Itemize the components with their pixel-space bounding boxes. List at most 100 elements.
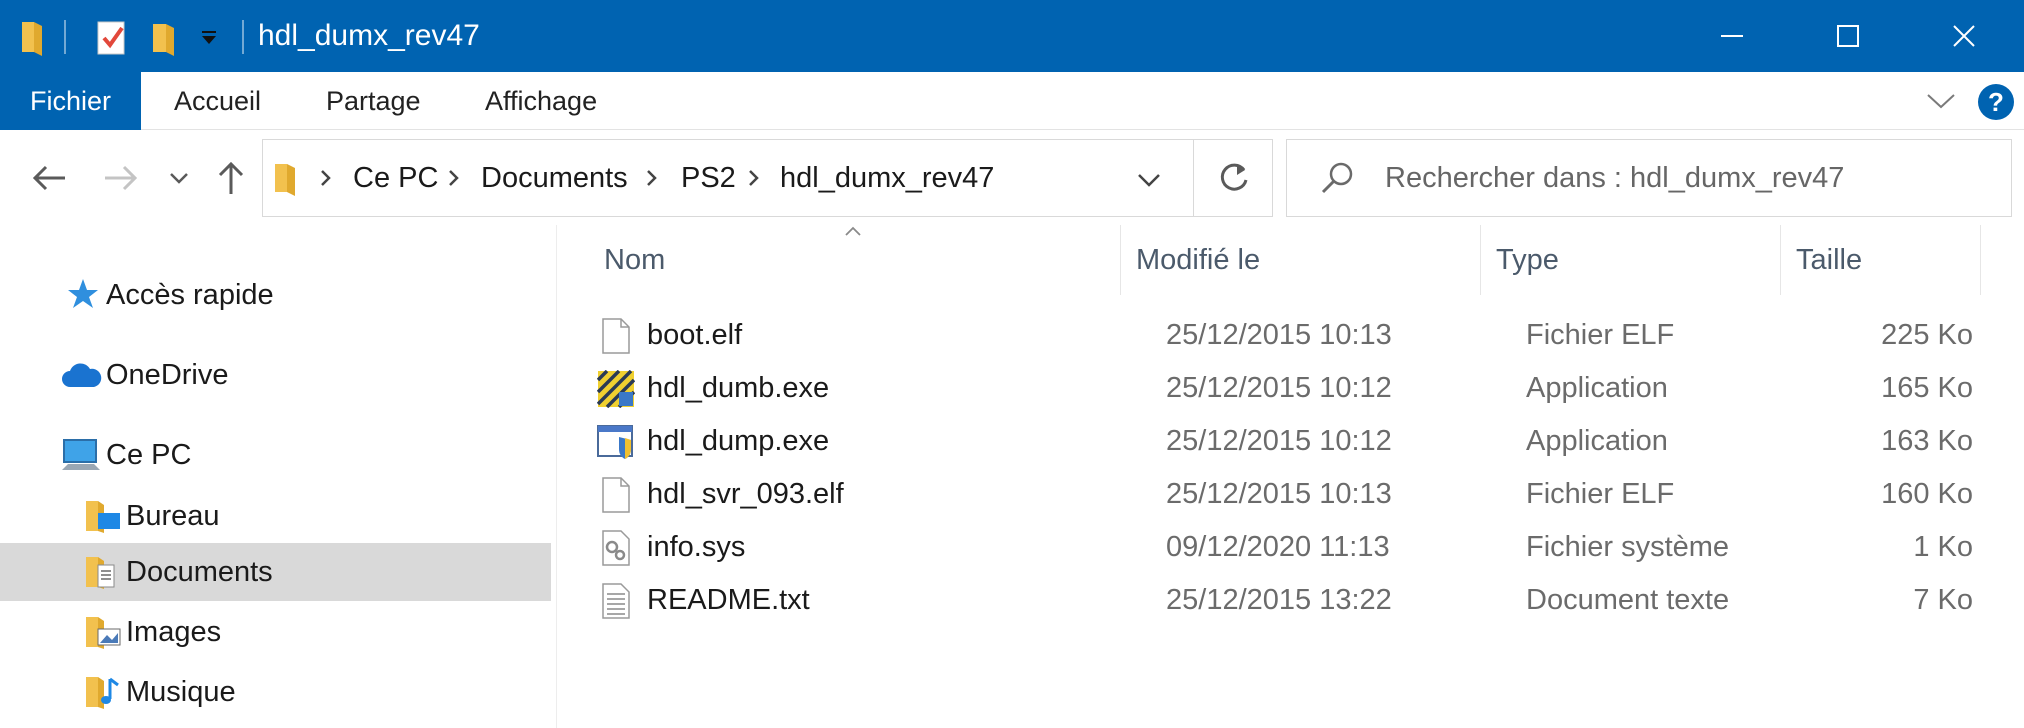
music-folder-icon	[84, 673, 124, 711]
pictures-folder-icon	[84, 613, 124, 651]
table-row[interactable]: README.txt 25/12/2015 13:22 Document tex…	[587, 574, 2017, 627]
up-button[interactable]	[206, 153, 256, 203]
file-modified: 25/12/2015 10:12	[1166, 372, 1392, 404]
expand-ribbon-button[interactable]	[1924, 86, 1958, 116]
chevron-down-icon	[170, 173, 188, 184]
tab-share[interactable]: Partage	[326, 72, 421, 130]
table-row[interactable]: boot.elf 25/12/2015 10:13 Fichier ELF 22…	[587, 309, 2017, 362]
star-icon	[66, 277, 100, 311]
file-name: hdl_dump.exe	[647, 425, 830, 457]
table-row[interactable]: info.sys 09/12/2020 11:13 Fichier systèm…	[587, 521, 2017, 574]
file-type: Fichier ELF	[1526, 478, 1675, 510]
column-divider[interactable]	[1480, 225, 1481, 295]
customize-quick-access-icon[interactable]	[200, 30, 218, 68]
chevron-right-icon[interactable]	[747, 168, 761, 188]
file-modified: 09/12/2020 11:13	[1166, 531, 1390, 563]
minimize-button[interactable]	[1674, 0, 1790, 72]
file-name: boot.elf	[647, 319, 743, 351]
quick-access-separator	[64, 20, 66, 54]
file-size: 163 Ko	[1881, 425, 1973, 457]
file-size: 225 Ko	[1881, 319, 1973, 351]
column-header-size[interactable]: Taille	[1796, 225, 1976, 295]
tab-file[interactable]: Fichier	[0, 72, 141, 130]
nav-item-pictures[interactable]: Images	[0, 603, 551, 661]
table-row[interactable]: hdl_svr_093.elf 25/12/2015 10:13 Fichier…	[587, 468, 2017, 521]
column-header-name[interactable]: Nom	[604, 225, 1104, 295]
file-name: info.sys	[647, 531, 746, 563]
search-input[interactable]	[1385, 158, 1985, 198]
file-list: Nom Modifié le Type Taille boot.elf 25/1…	[557, 225, 2024, 728]
address-bar[interactable]: Ce PC Documents PS2 hdl_dumx_rev47	[262, 139, 1273, 217]
chevron-right-icon	[321, 170, 331, 186]
refresh-button[interactable]	[1193, 140, 1273, 216]
back-button[interactable]	[24, 153, 74, 203]
navigation-bar: Ce PC Documents PS2 hdl_dumx_rev47	[0, 131, 2024, 225]
recent-locations-button[interactable]	[154, 153, 204, 203]
column-divider[interactable]	[1780, 225, 1781, 295]
file-modified: 25/12/2015 10:13	[1166, 319, 1392, 351]
tab-home[interactable]: Accueil	[174, 72, 261, 130]
table-row[interactable]: hdl_dump.exe 25/12/2015 10:12 Applicatio…	[587, 415, 2017, 468]
column-header-modified[interactable]: Modifié le	[1136, 225, 1476, 295]
documents-folder-icon	[84, 553, 124, 591]
close-button[interactable]	[1906, 0, 2022, 72]
file-name: hdl_dumb.exe	[647, 372, 830, 404]
search-box[interactable]	[1286, 139, 2012, 217]
breadcrumb-documents[interactable]: Documents	[481, 159, 628, 197]
nav-item-documents[interactable]: Documents	[0, 543, 551, 601]
file-type: Fichier système	[1526, 531, 1730, 563]
maximize-icon	[1837, 25, 1859, 47]
file-size: 160 Ko	[1881, 478, 1973, 510]
nav-label: OneDrive	[106, 358, 229, 391]
arrow-left-icon	[32, 165, 65, 191]
nav-label: Ce PC	[106, 438, 192, 471]
window-title: hdl_dumx_rev47	[258, 19, 480, 52]
file-modified: 25/12/2015 10:12	[1166, 425, 1392, 457]
help-button[interactable]: ?	[1978, 84, 2014, 120]
properties-icon[interactable]	[96, 18, 128, 56]
nav-label: Images	[126, 615, 222, 648]
breadcrumb-ce-pc[interactable]: Ce PC	[353, 159, 438, 197]
file-size: 7 Ko	[1913, 584, 1973, 616]
nav-item-this-pc[interactable]: Ce PC	[0, 426, 551, 484]
refresh-icon	[1220, 163, 1247, 191]
table-row[interactable]: hdl_dumb.exe 25/12/2015 10:12 Applicatio…	[587, 362, 2017, 415]
breadcrumb-ps2[interactable]: PS2	[681, 159, 736, 197]
ribbon-tabs: Fichier Accueil Partage Affichage ?	[0, 72, 2024, 130]
file-modified: 25/12/2015 13:22	[1166, 584, 1392, 616]
close-icon	[1953, 25, 1975, 47]
nav-item-desktop[interactable]: Bureau	[0, 487, 551, 545]
forward-button[interactable]	[96, 153, 146, 203]
arrow-right-icon	[105, 165, 138, 191]
text-file-icon	[602, 583, 630, 619]
chevron-down-icon	[1138, 174, 1160, 187]
title-bar: hdl_dumx_rev47	[0, 0, 2024, 72]
nav-item-music[interactable]: Musique	[0, 663, 551, 721]
file-type: Document texte	[1526, 584, 1730, 616]
maximize-button[interactable]	[1790, 0, 1906, 72]
file-type: Application	[1526, 425, 1668, 457]
column-divider[interactable]	[1120, 225, 1121, 295]
chevron-right-icon[interactable]	[447, 168, 461, 188]
column-header-type[interactable]: Type	[1496, 225, 1776, 295]
arrow-up-icon	[218, 161, 244, 194]
nav-item-quick-access[interactable]: Accès rapide	[0, 266, 551, 324]
file-name: README.txt	[647, 584, 810, 616]
nav-label: Musique	[126, 675, 236, 708]
file-size: 165 Ko	[1881, 372, 1973, 404]
blank-file-icon	[602, 318, 630, 354]
breadcrumb-current-folder[interactable]: hdl_dumx_rev47	[780, 159, 994, 197]
new-folder-icon[interactable]	[150, 18, 178, 56]
file-modified: 25/12/2015 10:13	[1166, 478, 1392, 510]
chevron-right-icon[interactable]	[645, 168, 659, 188]
folder-icon	[273, 160, 299, 201]
folder-app-icon	[20, 18, 46, 56]
shield-exe-icon	[597, 425, 633, 459]
nav-item-onedrive[interactable]: OneDrive	[0, 346, 551, 404]
nav-label: Documents	[126, 555, 273, 588]
file-name: hdl_svr_093.elf	[647, 478, 844, 510]
tab-view[interactable]: Affichage	[485, 72, 597, 130]
column-divider[interactable]	[1980, 225, 1981, 295]
minimize-icon	[1721, 35, 1743, 37]
address-history-button[interactable]	[1129, 162, 1169, 198]
